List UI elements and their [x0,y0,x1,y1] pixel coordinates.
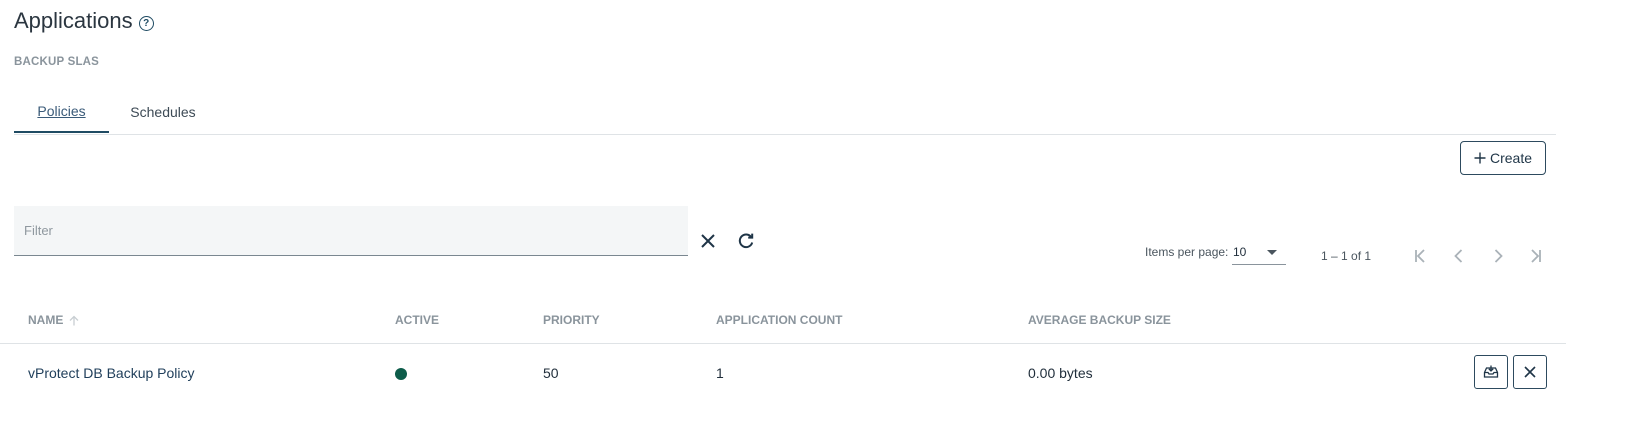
refresh-icon [738,233,754,249]
sort-ascending-icon [69,315,79,325]
application-count-cell: 1 [716,365,724,381]
column-header-name[interactable]: NAME [28,313,79,327]
policy-name-link[interactable]: vProtect DB Backup Policy [28,365,195,381]
help-circle-icon[interactable]: ? [138,15,154,31]
section-subtitle: BACKUP SLAS [14,56,100,68]
previous-page-button[interactable] [1447,245,1471,267]
column-header-active[interactable]: ACTIVE [395,313,439,327]
header-divider [0,343,1566,344]
first-page-button[interactable] [1408,245,1432,267]
next-page-button[interactable] [1486,245,1510,267]
clear-filter-button[interactable] [698,231,718,251]
priority-cell: 50 [543,365,559,381]
page-range-label: 1 – 1 of 1 [1321,249,1372,263]
tab-bar: Policies Schedules [14,90,1556,135]
column-header-priority[interactable]: PRIORITY [543,313,600,327]
active-status-dot [395,368,407,380]
first-page-icon [1415,249,1425,263]
last-page-button[interactable] [1524,245,1548,267]
column-header-application-count[interactable]: APPLICATION COUNT [716,313,842,327]
items-per-page-select[interactable]: 10 [1232,244,1286,265]
close-icon [701,234,715,248]
last-page-icon [1531,249,1541,263]
create-button-label: Create [1489,150,1533,166]
inbox-tray-icon [1483,365,1499,378]
previous-page-icon [1454,249,1463,263]
column-header-name-label: NAME [28,313,64,327]
filter-input[interactable] [14,206,688,254]
page-header: Applications ? [14,8,154,34]
create-button[interactable]: Create [1460,141,1546,175]
refresh-button[interactable] [736,231,756,251]
column-header-average-backup-size[interactable]: AVERAGE BACKUP SIZE [1028,313,1171,327]
backup-now-button[interactable] [1474,355,1508,389]
items-per-page-value: 10 [1233,245,1247,259]
items-per-page-label: Items per page: [1145,245,1229,259]
close-icon [1524,366,1536,378]
tab-schedules[interactable]: Schedules [116,90,210,133]
dropdown-arrow-icon [1267,250,1277,255]
next-page-icon [1494,249,1503,263]
filter-field [14,206,688,256]
average-backup-size-cell: 0.00 bytes [1028,365,1093,381]
page-title: Applications [14,8,133,33]
delete-policy-button[interactable] [1513,355,1547,389]
plus-icon [1474,152,1486,164]
tab-policies[interactable]: Policies [14,90,109,133]
